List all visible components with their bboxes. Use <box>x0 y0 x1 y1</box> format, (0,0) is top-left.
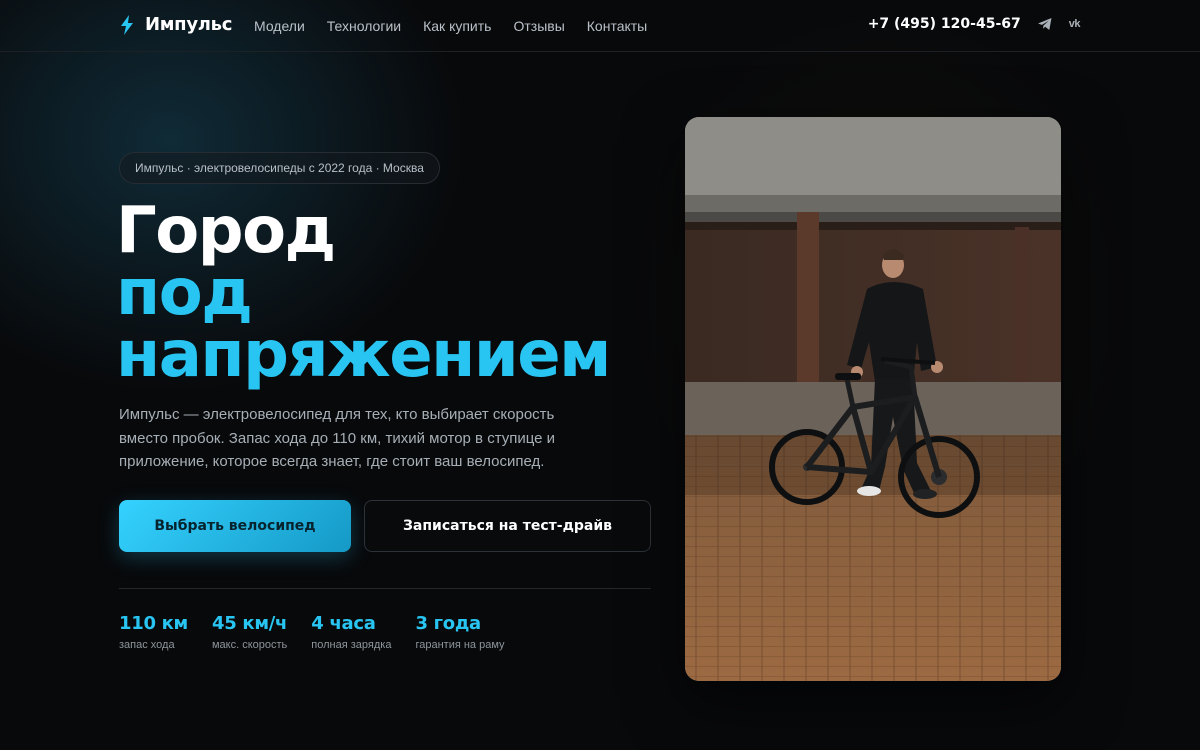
vk-icon[interactable]: vk <box>1069 18 1081 30</box>
divider <box>119 588 651 589</box>
brand-logo[interactable]: Импульс <box>119 14 232 35</box>
stat-value: 110 км <box>119 613 188 634</box>
stat-label: макс. скорость <box>211 639 288 651</box>
main-menu: Модели Технологии Как купить Отзывы Конт… <box>254 18 647 34</box>
hero-headline: Город под напряжением <box>116 194 611 392</box>
stat-value: 45 км/ч <box>211 613 288 634</box>
headline-line-2: под <box>116 256 253 330</box>
menu-item-technologies[interactable]: Технологии <box>327 18 401 34</box>
stats-row: 110 км запас хода 45 км/ч макс. скорость… <box>119 613 529 651</box>
hero-badge: Импульс · электровелосипеды с 2022 года … <box>119 152 440 184</box>
menu-item-reviews[interactable]: Отзывы <box>513 18 564 34</box>
lightning-icon <box>121 14 133 35</box>
menu-item-models[interactable]: Модели <box>254 18 305 34</box>
choose-bike-button[interactable]: Выбрать велосипед <box>119 500 351 552</box>
stat-value: 3 года <box>415 613 481 634</box>
stat-value: 4 часа <box>311 613 376 634</box>
stat-speed: 45 км/ч макс. скорость <box>212 613 287 651</box>
nav-contacts: +7 (495) 120-45-67 vk <box>868 16 1081 32</box>
hero-lead: Импульс — электровелосипед для тех, кто … <box>119 406 556 470</box>
brand-name: Импульс <box>145 14 233 35</box>
stat-range: 110 км запас хода <box>119 613 188 651</box>
telegram-icon[interactable] <box>1037 16 1053 32</box>
menu-item-how-to-buy[interactable]: Как купить <box>423 18 491 34</box>
test-drive-button[interactable]: Записаться на тест-драйв <box>364 500 651 552</box>
page: Импульс Модели Технологии Как купить Отз… <box>0 0 1200 750</box>
phone-link[interactable]: +7 (495) 120-45-67 <box>868 16 1021 32</box>
stat-label: полная зарядка <box>311 639 392 651</box>
top-nav: Импульс Модели Технологии Как купить Отз… <box>0 0 1200 52</box>
hero-photo <box>685 117 1061 681</box>
hero-photo-illustration <box>685 117 1061 681</box>
stat-label: гарантия на раму <box>415 639 505 651</box>
stat-warranty: 3 года гарантия на раму <box>415 613 504 651</box>
menu-item-contacts[interactable]: Контакты <box>587 18 647 34</box>
headline-line-3: напряжением <box>116 318 611 392</box>
stat-charging: 4 часа полная зарядка <box>311 613 391 651</box>
stat-label: запас хода <box>119 639 175 651</box>
headline-line-1: Город <box>116 194 336 268</box>
